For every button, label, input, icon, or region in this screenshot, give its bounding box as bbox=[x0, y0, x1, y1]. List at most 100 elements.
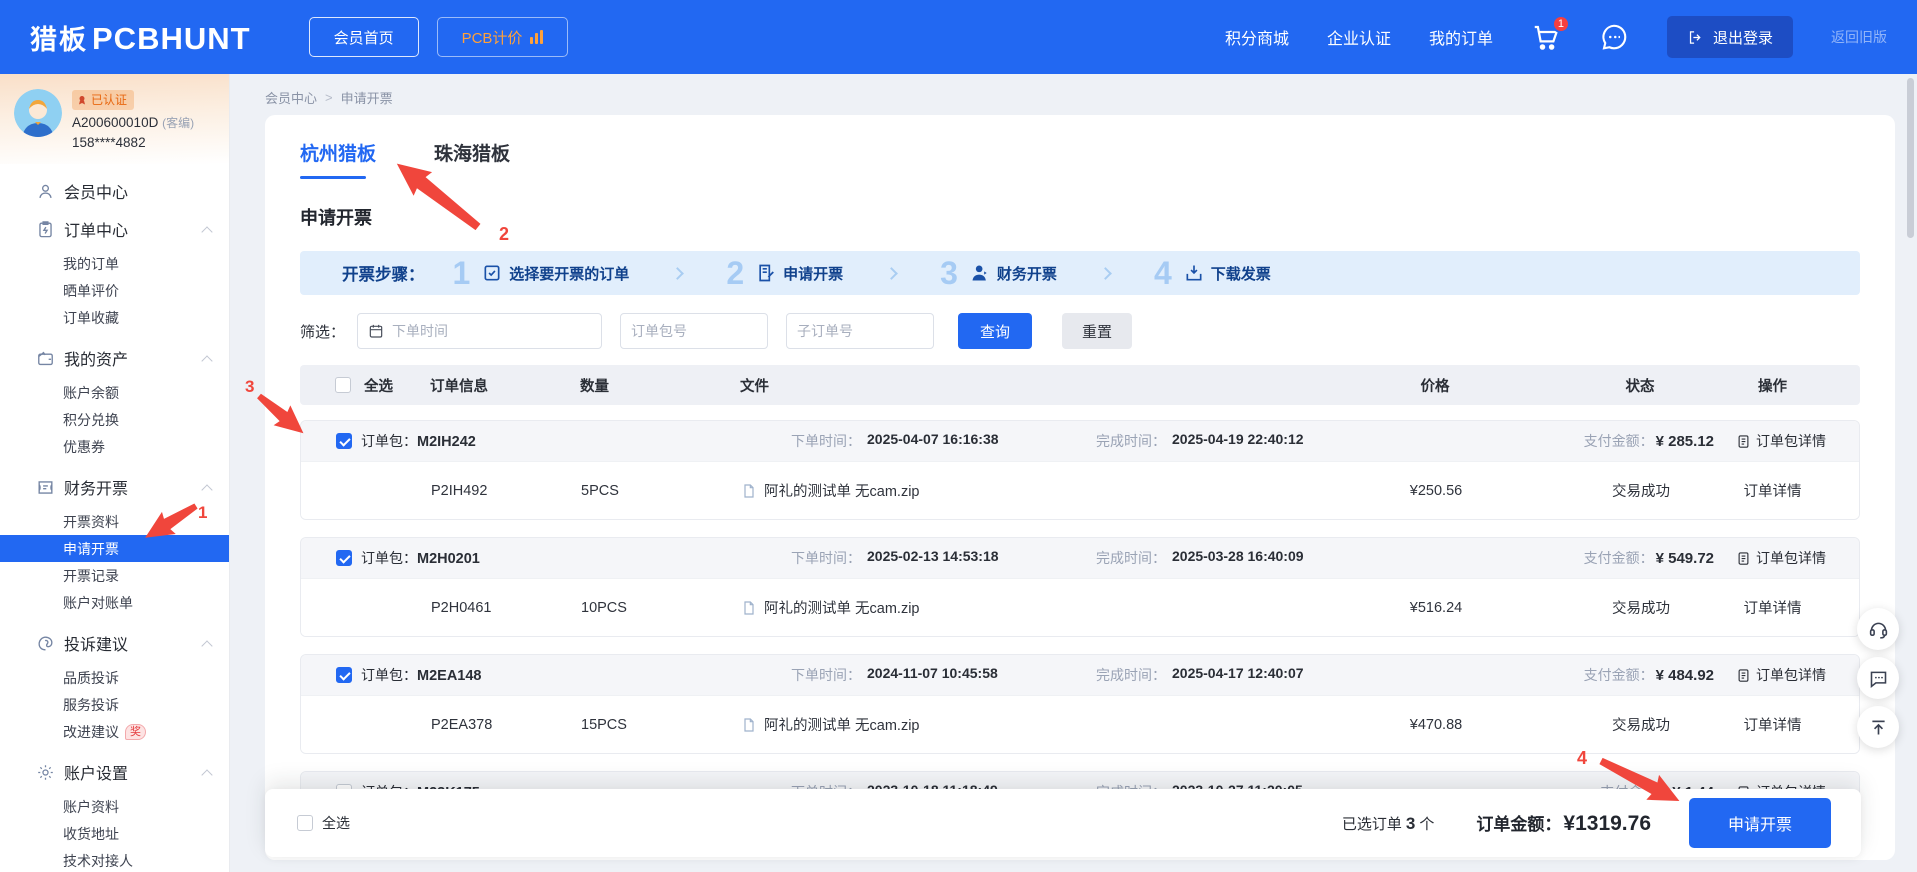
invoice-icon bbox=[36, 478, 55, 497]
step-1: 1 选择要开票的订单 bbox=[453, 257, 630, 289]
order-row: P2EA378 15PCS 阿礼的测试单 无cam.zip ¥470.88 交易… bbox=[301, 695, 1859, 753]
chat-dots-icon bbox=[1868, 668, 1889, 689]
step-arrow-icon bbox=[885, 267, 898, 280]
chevron-up-icon bbox=[201, 769, 212, 780]
apply-invoice-button[interactable]: 申请开票 bbox=[1689, 798, 1831, 848]
sidebar-item-improvement-suggestion[interactable]: 改进建议 奖 bbox=[0, 718, 229, 745]
package-checkbox[interactable] bbox=[336, 667, 352, 683]
package-detail-link[interactable]: 订单包详情 bbox=[1736, 665, 1826, 685]
finish-time-label: 完成时间： bbox=[1096, 431, 1166, 451]
avatar[interactable] bbox=[14, 89, 62, 137]
logout-button[interactable]: 退出登录 bbox=[1667, 16, 1793, 58]
step-label: 申请开票 bbox=[783, 263, 843, 284]
breadcrumb-member-center[interactable]: 会员中心 bbox=[265, 88, 317, 107]
select-all-checkbox[interactable] bbox=[335, 377, 351, 393]
submenu-label: 账户资料 bbox=[63, 797, 119, 817]
customer-service-button[interactable] bbox=[1857, 608, 1899, 650]
sidebar-item-order-center[interactable]: 订单中心 bbox=[0, 210, 229, 248]
order-file-name[interactable]: 阿礼的测试单 无cam.zip bbox=[764, 480, 920, 501]
sub-order-no-input[interactable] bbox=[786, 313, 934, 349]
order-status: 交易成功 bbox=[1612, 714, 1670, 735]
package-detail-link[interactable]: 订单包详情 bbox=[1736, 548, 1826, 568]
back-to-top-button[interactable] bbox=[1857, 706, 1899, 748]
nav-points-mall[interactable]: 积分商城 bbox=[1225, 25, 1289, 49]
sidebar-item-account-statement[interactable]: 账户对账单 bbox=[0, 589, 229, 616]
sidebar-item-member-center[interactable]: 会员中心 bbox=[0, 172, 229, 210]
sidebar-item-shipping-address[interactable]: 收货地址 bbox=[0, 820, 229, 847]
step-2: 2 申请开票 bbox=[726, 257, 843, 289]
file-icon bbox=[741, 717, 757, 733]
finish-time-label: 完成时间： bbox=[1096, 665, 1166, 685]
sidebar-item-complaints[interactable]: 投诉建议 bbox=[0, 624, 229, 662]
pay-amount-value: ¥ 549.72 bbox=[1656, 550, 1714, 567]
sidebar-item-tech-contact[interactable]: 技术对接人 bbox=[0, 847, 229, 872]
reset-button[interactable]: 重置 bbox=[1062, 313, 1132, 349]
page-scrollbar[interactable] bbox=[1907, 78, 1914, 238]
order-file-name[interactable]: 阿礼的测试单 无cam.zip bbox=[764, 597, 920, 618]
package-checkbox[interactable] bbox=[336, 550, 352, 566]
order-time-label: 下单时间： bbox=[791, 548, 861, 568]
select-orders-icon bbox=[482, 263, 502, 283]
main-area: 会员中心 > 申请开票 杭州猎板 珠海猎板 申请开票 开票步骤： 1 选择要开票… bbox=[230, 74, 1917, 872]
step-number: 2 bbox=[726, 257, 744, 289]
sidebar-item-account-settings[interactable]: 账户设置 bbox=[0, 753, 229, 791]
sidebar-item-review[interactable]: 晒单评价 bbox=[0, 277, 229, 304]
sidebar-item-apply-invoice[interactable]: 申请开票 bbox=[0, 535, 229, 562]
order-detail-link[interactable]: 订单详情 bbox=[1744, 480, 1802, 501]
order-detail-link[interactable]: 订单详情 bbox=[1744, 597, 1802, 618]
package-no-input[interactable] bbox=[620, 313, 768, 349]
order-file-name[interactable]: 阿礼的测试单 无cam.zip bbox=[764, 714, 920, 735]
chevron-up-icon bbox=[201, 226, 212, 237]
tab-zhuhai[interactable]: 珠海猎板 bbox=[434, 139, 510, 179]
sidebar-item-order-favorites[interactable]: 订单收藏 bbox=[0, 304, 229, 331]
member-home-button[interactable]: 会员首页 bbox=[309, 17, 419, 57]
service-chat-button[interactable] bbox=[1599, 22, 1629, 52]
sidebar-item-account-profile[interactable]: 账户资料 bbox=[0, 793, 229, 820]
package-detail-link[interactable]: 订单包详情 bbox=[1736, 431, 1826, 451]
apply-invoice-icon bbox=[756, 263, 776, 283]
submenu-label: 开票记录 bbox=[63, 566, 119, 586]
pcb-pricing-button[interactable]: PCB计价 bbox=[437, 17, 569, 57]
order-time-value: 2024-11-07 10:45:58 bbox=[867, 665, 998, 685]
step-number: 1 bbox=[453, 257, 471, 289]
sidebar-item-points-exchange[interactable]: 积分兑换 bbox=[0, 406, 229, 433]
package-checkbox[interactable] bbox=[336, 433, 352, 449]
nav-enterprise-cert[interactable]: 企业认证 bbox=[1327, 25, 1391, 49]
order-price: ¥250.56 bbox=[1410, 483, 1462, 499]
order-id: P2IH492 bbox=[431, 483, 487, 499]
brand-logo[interactable]: 猎板 PCBHUNT bbox=[30, 18, 251, 57]
order-detail-link[interactable]: 订单详情 bbox=[1744, 714, 1802, 735]
col-status: 状态 bbox=[1626, 375, 1655, 396]
order-row: P2IH492 5PCS 阿礼的测试单 无cam.zip ¥250.56 交易成… bbox=[301, 461, 1859, 519]
cart-button[interactable]: 1 bbox=[1531, 22, 1561, 52]
sidebar-item-quality-complaint[interactable]: 品质投诉 bbox=[0, 664, 229, 691]
sidebar-item-invoice-info[interactable]: 开票资料 bbox=[0, 508, 229, 535]
sidebar-item-my-assets[interactable]: 我的资产 bbox=[0, 339, 229, 377]
order-row: P2H0461 10PCS 阿礼的测试单 无cam.zip ¥516.24 交易… bbox=[301, 578, 1859, 636]
gear-icon bbox=[36, 763, 55, 782]
back-old-version-link[interactable]: 返回旧版 bbox=[1831, 27, 1887, 47]
order-date-field[interactable] bbox=[392, 316, 591, 346]
user-icon bbox=[36, 182, 55, 201]
footer-select-all-checkbox[interactable] bbox=[297, 815, 313, 831]
sidebar-item-account-balance[interactable]: 账户余额 bbox=[0, 379, 229, 406]
table-header: 全选 订单信息 数量 文件 价格 状态 操作 bbox=[300, 365, 1860, 405]
search-button[interactable]: 查询 bbox=[958, 313, 1032, 349]
calendar-icon bbox=[368, 323, 384, 339]
invoice-steps-bar: 开票步骤： 1 选择要开票的订单 2 申请开票 bbox=[300, 251, 1860, 295]
sidebar-item-my-orders[interactable]: 我的订单 bbox=[0, 250, 229, 277]
order-date-input[interactable] bbox=[357, 313, 602, 349]
tab-hangzhou[interactable]: 杭州猎板 bbox=[300, 139, 376, 179]
submenu-label: 改进建议 bbox=[63, 722, 119, 742]
sidebar-item-invoice-records[interactable]: 开票记录 bbox=[0, 562, 229, 589]
member-home-label: 会员首页 bbox=[334, 27, 394, 48]
pay-amount-label: 支付金额： bbox=[1584, 667, 1654, 683]
finish-time-value: 2025-04-19 22:40:12 bbox=[1172, 431, 1304, 451]
nav-my-orders[interactable]: 我的订单 bbox=[1429, 25, 1493, 49]
sidebar-item-service-complaint[interactable]: 服务投诉 bbox=[0, 691, 229, 718]
sidebar-item-finance-invoice[interactable]: 财务开票 bbox=[0, 468, 229, 506]
message-button[interactable] bbox=[1857, 657, 1899, 699]
sidebar-item-coupons[interactable]: 优惠券 bbox=[0, 433, 229, 460]
col-order-info: 订单信息 bbox=[430, 375, 488, 396]
order-time-label: 下单时间： bbox=[791, 431, 861, 451]
